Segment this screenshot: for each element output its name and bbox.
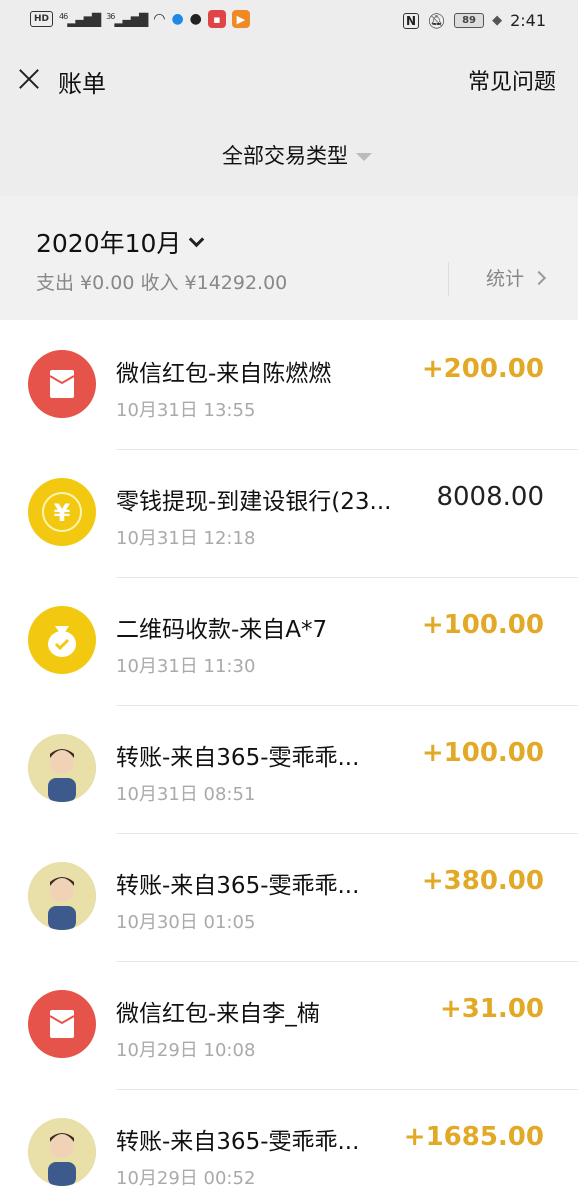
transaction-amount: +100.00: [421, 738, 544, 768]
stats-button[interactable]: 统计: [486, 264, 547, 291]
nfc-icon: N: [402, 12, 420, 29]
user-avatar: [28, 1118, 96, 1186]
month-summary: 2020年10月 支出 ¥0.00 收入 ¥14292.00 统计: [0, 196, 578, 320]
huawei-app-icon: ▪: [207, 10, 226, 28]
transaction-title: 零钱提现-到建设银行(23...: [116, 489, 392, 515]
transaction-list: 微信红包-来自陈燃燃 10月31日 13:55 +200.00 ¥ 零钱提现-到…: [0, 322, 578, 1200]
filter-label: 全部交易类型: [222, 144, 348, 168]
transaction-amount: +100.00: [421, 610, 544, 640]
transaction-amount: +380.00: [421, 866, 544, 896]
nav-header: 账单 常见问题: [0, 44, 578, 116]
transaction-type-filter[interactable]: 全部交易类型: [0, 116, 578, 196]
transaction-row[interactable]: ¥ 零钱提现-到建设银行(23... 10月31日 12:18 8008.00: [0, 450, 578, 578]
user-avatar: [28, 734, 96, 802]
money-bag-icon: [28, 606, 96, 674]
transaction-row[interactable]: 转账-来自365-雯乖乖... 10月31日 08:51 +100.00: [0, 706, 578, 834]
signal-3g-icon: 36▂▄▆█: [106, 11, 148, 27]
caret-down-icon: [356, 153, 372, 161]
transaction-amount: +1685.00: [403, 1122, 544, 1152]
transaction-amount: 8008.00: [436, 482, 544, 512]
wifi-icon: ◠: [153, 11, 166, 27]
user-avatar: [28, 862, 96, 930]
transaction-title: 转账-来自365-雯乖乖...: [116, 873, 360, 899]
faq-button[interactable]: 常见问题: [468, 64, 556, 96]
hd-badge: HD: [30, 11, 54, 27]
transaction-row[interactable]: 转账-来自365-雯乖乖... 10月30日 01:05 +380.00: [0, 834, 578, 962]
transaction-row[interactable]: 转账-来自365-雯乖乖... 10月29日 00:52 +1685.00: [0, 1090, 578, 1200]
transaction-time: 10月31日 08:51: [116, 784, 256, 805]
red-packet-icon: [28, 350, 96, 418]
clock-time: 2:41: [510, 11, 546, 30]
transaction-row[interactable]: 二维码收款-来自A*7 10月31日 11:30 +100.00: [0, 578, 578, 706]
transaction-title: 二维码收款-来自A*7: [116, 617, 328, 643]
close-icon[interactable]: [16, 66, 42, 92]
transaction-row[interactable]: 微信红包-来自李_楠 10月29日 10:08 +31.00: [0, 962, 578, 1090]
transaction-title: 转账-来自365-雯乖乖...: [116, 1129, 360, 1155]
chevron-right-icon: [531, 270, 547, 285]
svg-text:¥: ¥: [54, 499, 71, 527]
transaction-title: 微信红包-来自李_楠: [116, 1001, 320, 1027]
signal-4g-icon: 46▂▄▆█: [59, 11, 101, 27]
transaction-time: 10月31日 12:18: [116, 528, 256, 549]
transaction-time: 10月29日 10:08: [116, 1040, 256, 1061]
battery-icon: 89: [454, 13, 485, 28]
chevron-down-icon: [189, 231, 205, 247]
month-picker[interactable]: 2020年10月: [36, 224, 205, 260]
red-packet-icon: [28, 990, 96, 1058]
transaction-amount: +200.00: [421, 354, 544, 384]
page-title: 账单: [58, 70, 106, 98]
leaf-icon: ◆: [492, 13, 503, 28]
transaction-title: 微信红包-来自陈燃燃: [116, 361, 332, 387]
transaction-time: 10月31日 11:30: [116, 656, 256, 677]
transaction-time: 10月29日 00:52: [116, 1168, 256, 1189]
yuan-coin-icon: ¥: [28, 478, 96, 546]
video-app-icon: ▶: [231, 10, 250, 28]
status-right-icons: N 🔕︎ 89 ◆ 2:41: [402, 11, 546, 30]
divider: [448, 262, 449, 296]
stats-label: 统计: [486, 268, 525, 290]
chat-bubble-icon: ●: [189, 11, 202, 27]
browser-icon: ●: [171, 11, 184, 27]
transaction-title: 转账-来自365-雯乖乖...: [116, 745, 360, 771]
silent-bell-icon: 🔕︎: [427, 11, 447, 30]
transaction-time: 10月30日 01:05: [116, 912, 256, 933]
transaction-time: 10月31日 13:55: [116, 400, 256, 421]
status-left-icons: HD 46▂▄▆█ 36▂▄▆█ ◠ ● ● ▪ ▶: [30, 10, 250, 28]
status-bar: HD 46▂▄▆█ 36▂▄▆█ ◠ ● ● ▪ ▶ N 🔕︎ 89 ◆ 2:4…: [0, 0, 578, 44]
month-totals: 支出 ¥0.00 收入 ¥14292.00: [36, 272, 288, 294]
transaction-row[interactable]: 微信红包-来自陈燃燃 10月31日 13:55 +200.00: [0, 322, 578, 450]
month-label: 2020年10月: [36, 229, 182, 258]
transaction-amount: +31.00: [439, 994, 544, 1024]
